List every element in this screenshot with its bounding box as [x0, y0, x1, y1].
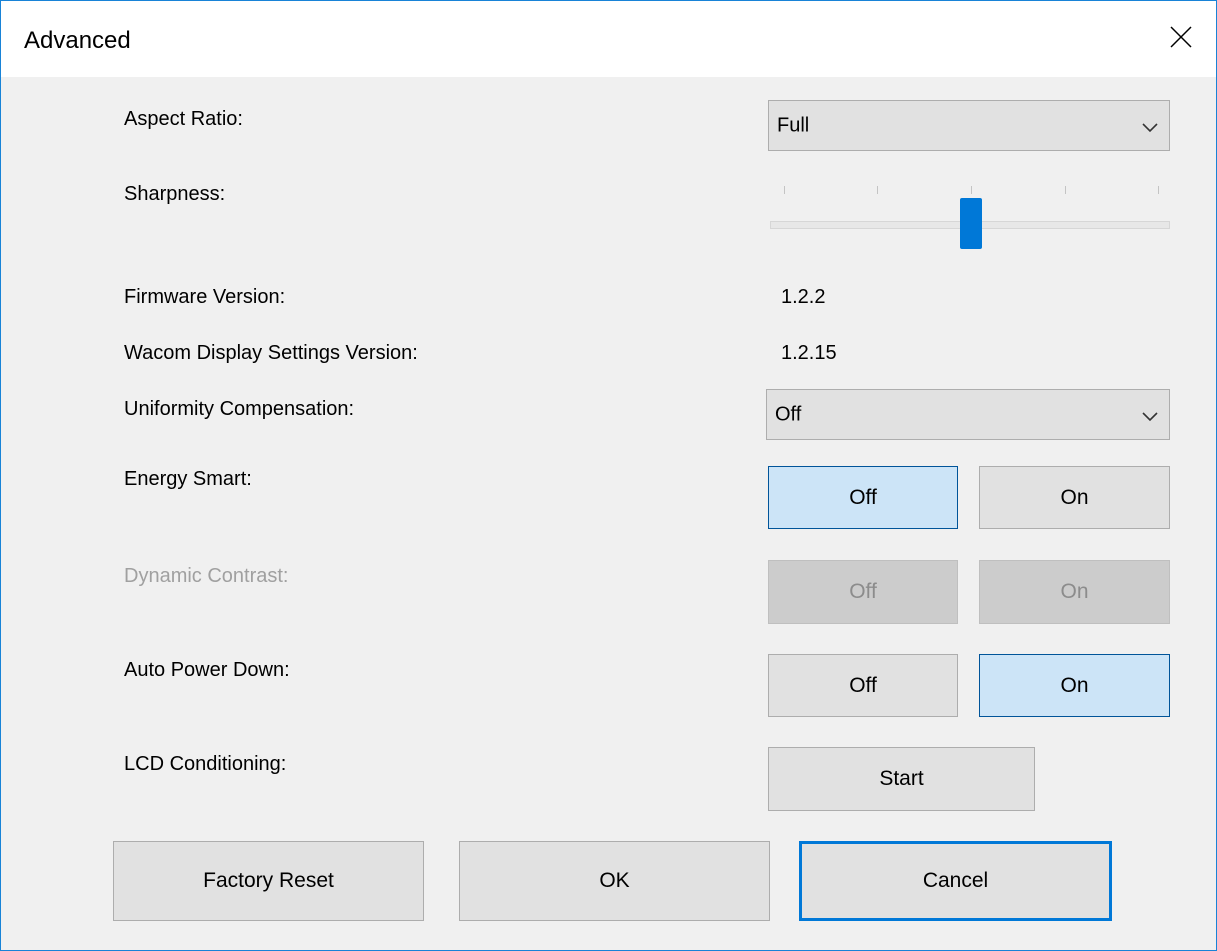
- uniformity-compensation-value: Off: [775, 403, 802, 425]
- energy-smart-label: Energy Smart:: [124, 468, 252, 490]
- dynamic-contrast-on-button: On: [979, 560, 1170, 624]
- window-title: Advanced: [24, 27, 131, 54]
- slider-tick: [1065, 186, 1066, 194]
- slider-tick: [877, 186, 878, 194]
- firmware-version-label: Firmware Version:: [124, 286, 286, 308]
- slider-tick: [784, 186, 785, 194]
- settings-version-label: Wacom Display Settings Version:: [124, 342, 418, 364]
- dynamic-contrast-label: Dynamic Contrast:: [124, 565, 289, 587]
- aspect-ratio-select[interactable]: Full: [768, 100, 1170, 151]
- uniformity-compensation-select[interactable]: Off: [766, 389, 1170, 440]
- lcd-conditioning-start-button[interactable]: Start: [768, 747, 1035, 811]
- factory-reset-button[interactable]: Factory Reset: [113, 841, 424, 921]
- auto-power-down-off-button[interactable]: Off: [768, 654, 958, 717]
- title-bar: Advanced: [1, 1, 1216, 77]
- chevron-down-icon: [1141, 120, 1159, 132]
- energy-smart-on-button[interactable]: On: [979, 466, 1170, 529]
- uniformity-compensation-label: Uniformity Compensation:: [124, 398, 355, 420]
- auto-power-down-label: Auto Power Down:: [124, 659, 290, 681]
- close-button[interactable]: [1146, 1, 1216, 77]
- lcd-conditioning-label: LCD Conditioning:: [124, 753, 287, 775]
- sharpness-label: Sharpness:: [124, 183, 226, 205]
- advanced-dialog: Advanced Aspect Ratio: Full Sharpness: F…: [0, 0, 1217, 951]
- chevron-down-icon: [1141, 409, 1159, 421]
- firmware-version-value: 1.2.2: [781, 286, 826, 308]
- auto-power-down-on-button[interactable]: On: [979, 654, 1170, 717]
- settings-version-value: 1.2.15: [781, 342, 837, 364]
- slider-tick: [1158, 186, 1159, 194]
- cancel-button[interactable]: Cancel: [799, 841, 1112, 921]
- slider-thumb[interactable]: [960, 198, 982, 249]
- close-icon: [1170, 25, 1192, 53]
- slider-tick: [971, 186, 972, 194]
- dynamic-contrast-off-button: Off: [768, 560, 958, 624]
- aspect-ratio-label: Aspect Ratio:: [124, 108, 243, 130]
- aspect-ratio-value: Full: [777, 114, 810, 136]
- energy-smart-off-button[interactable]: Off: [768, 466, 958, 529]
- ok-button[interactable]: OK: [459, 841, 770, 921]
